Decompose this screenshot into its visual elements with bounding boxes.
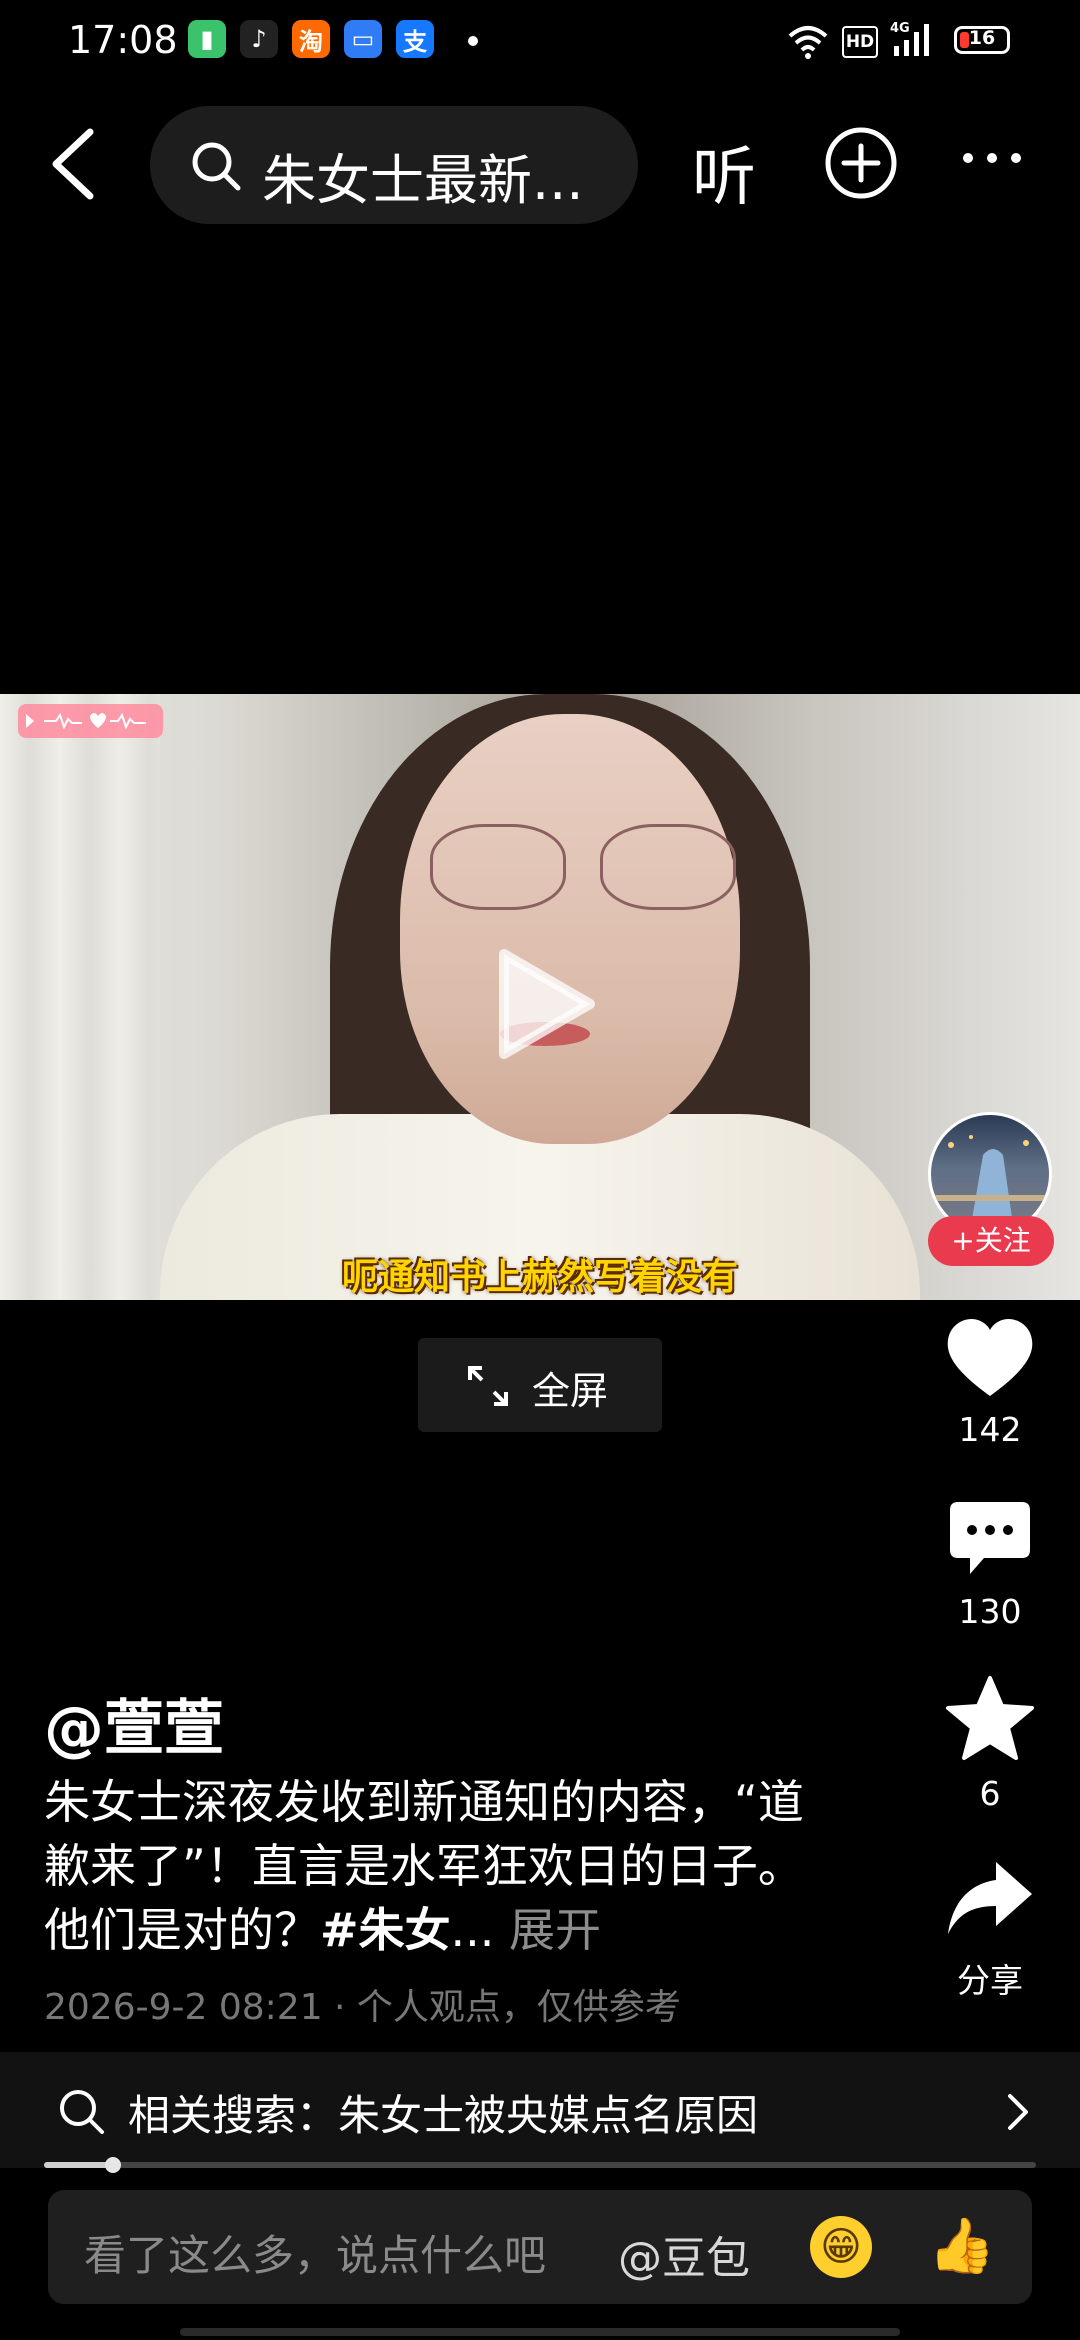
search-query-text: 朱女士最新... (262, 149, 584, 212)
wifi-icon (788, 26, 828, 59)
author-name[interactable]: @萱萱 (44, 1680, 224, 1767)
search-icon (192, 142, 241, 191)
status-bar: 17:08 ▮ ♪ 淘 ▭ 支 HD 4G 16 (0, 0, 1080, 84)
like-count: 142 (958, 1410, 1022, 1449)
home-indicator (180, 2328, 900, 2336)
sound-wave-heart-icon (26, 712, 146, 730)
clock: 17:08 (68, 18, 178, 62)
favorite-star-icon[interactable] (944, 1674, 1036, 1764)
more-options-icon[interactable] (960, 150, 1024, 166)
search-icon (60, 2090, 104, 2134)
comment-input-bar[interactable]: 看了这么多，说点什么吧 @豆包 😁 👍 (48, 2190, 1032, 2304)
files-icon: ▭ (344, 20, 382, 58)
video-glasses-left (430, 824, 566, 910)
share-arrow-icon[interactable] (944, 1858, 1036, 1938)
chevron-right-icon (1008, 2094, 1028, 2130)
video-progress-bar[interactable] (44, 2157, 1036, 2173)
network-type-label: 4G (890, 21, 910, 36)
battery-percent: 16 (968, 27, 996, 49)
expand-button[interactable]: 展开 (509, 1903, 601, 1957)
back-icon[interactable] (46, 126, 102, 202)
like-heart-icon[interactable] (944, 1316, 1036, 1400)
audio-wave-badge (18, 704, 163, 738)
follow-button[interactable]: +关注 (928, 1216, 1054, 1266)
progress-handle[interactable] (105, 2157, 122, 2173)
grin-emoji-icon[interactable]: 😁 (810, 2216, 872, 2278)
video-player[interactable]: 呃通知书上赫然写着没有 (0, 694, 1080, 1300)
video-glasses-right (600, 824, 736, 910)
comment-icon[interactable] (948, 1500, 1032, 1580)
related-search-bar[interactable]: 相关搜索：朱女士被央媒点名原因 (0, 2052, 1080, 2168)
hd-voice-icon: HD (842, 26, 878, 58)
alipay-icon: 支 (396, 20, 434, 58)
post-meta: 2026-9-2 08:21 · 个人观点，仅供参考 (44, 1987, 681, 2028)
add-icon[interactable] (824, 126, 898, 200)
play-icon[interactable] (490, 944, 600, 1064)
video-person-face (400, 714, 740, 1144)
listen-button[interactable]: 听 (692, 126, 756, 218)
video-subtitle: 呃通知书上赫然写着没有 (341, 1257, 738, 1298)
video-background-curtain (0, 694, 160, 1300)
hashtag-link[interactable]: #朱女 (320, 1903, 451, 1957)
post-description[interactable]: 朱女士深夜发收到新通知的内容，“道歉来了”！直言是水军狂欢日的日子。他们是对的？… (44, 1770, 824, 1962)
douyin-icon: ♪ (240, 20, 278, 58)
cellular-signal-icon: 4G (890, 21, 929, 56)
thumbs-up-icon[interactable]: 👍 (928, 2214, 995, 2278)
search-bar[interactable]: 朱女士最新... (150, 106, 638, 224)
battery-icon: 16 (954, 26, 1010, 54)
progress-fill (44, 2162, 114, 2168)
more-notifications-dot (468, 36, 478, 46)
fullscreen-button[interactable]: 全屏 (418, 1338, 662, 1432)
favorite-count: 6 (979, 1774, 1001, 1813)
comment-input-placeholder[interactable]: 看了这么多，说点什么吧 (84, 2222, 546, 2283)
mention-doubao-button[interactable]: @豆包 (618, 2222, 750, 2286)
truncation-ellipsis: ... (450, 1903, 495, 1957)
related-search-text: 相关搜索：朱女士被央媒点名原因 (128, 2091, 759, 2140)
share-label: 分享 (957, 1961, 1023, 2000)
comment-count: 130 (958, 1592, 1022, 1631)
fullscreen-icon (468, 1366, 508, 1406)
fullscreen-label: 全屏 (532, 1369, 609, 1413)
taobao-icon: 淘 (292, 20, 330, 58)
green-app-icon: ▮ (188, 20, 226, 58)
